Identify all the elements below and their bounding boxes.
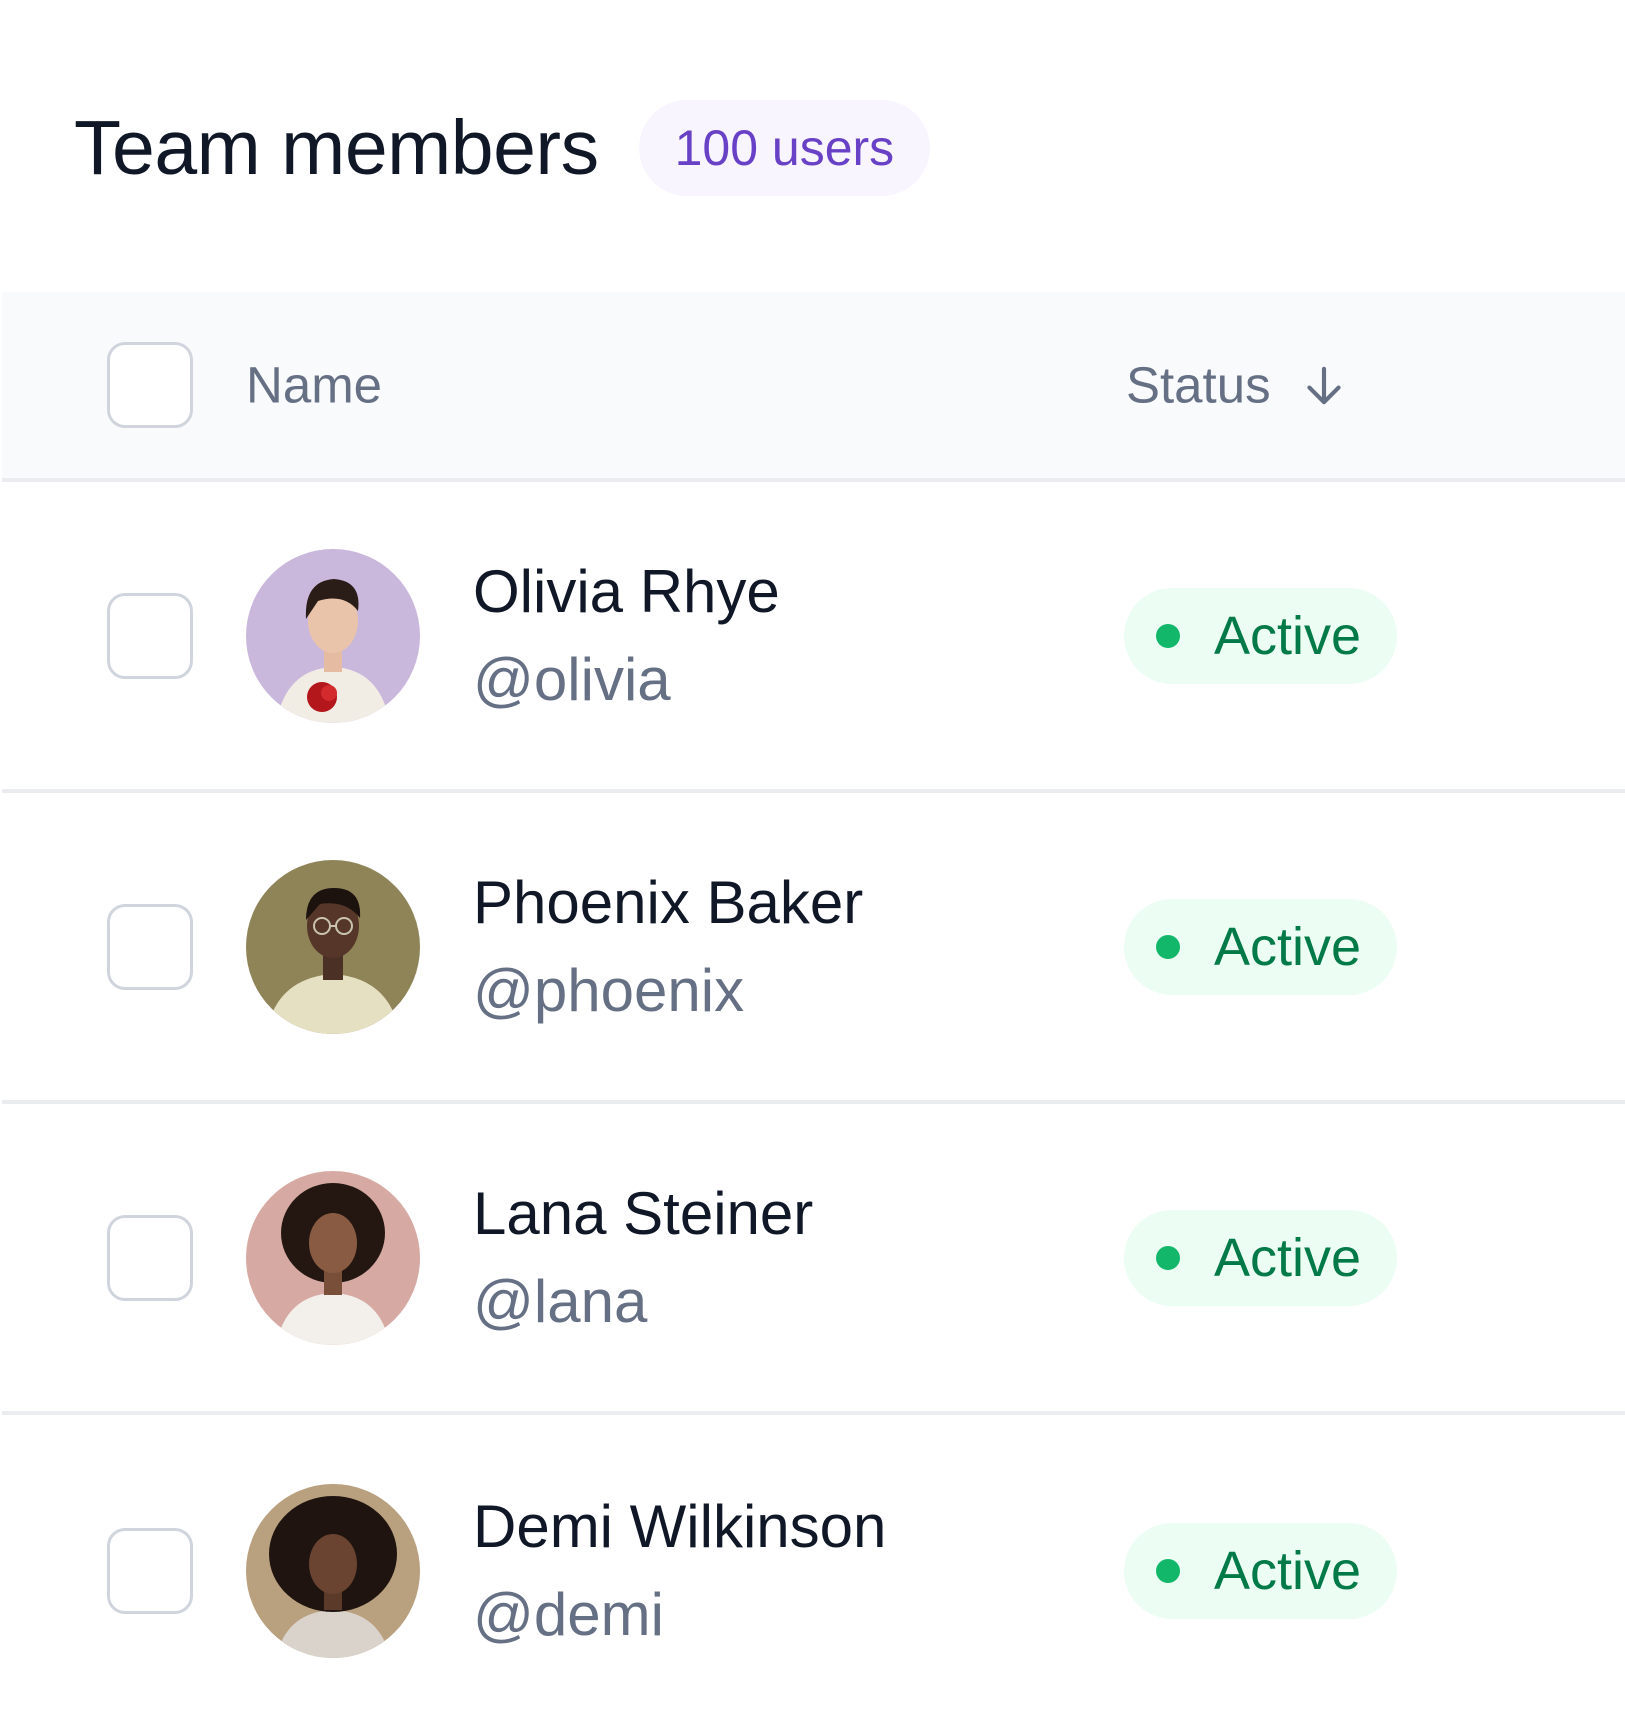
team-members-page: Team members 100 users Name Status Olivi… <box>0 0 1625 1721</box>
member-info: Phoenix Baker @phoenix <box>473 868 864 1024</box>
avatar-olivia-image <box>246 548 420 723</box>
arrow-down-icon[interactable] <box>1299 360 1349 410</box>
avatar <box>246 1170 420 1345</box>
avatar-lana-image <box>246 1170 420 1345</box>
row-checkbox[interactable] <box>107 592 193 679</box>
status-badge: Active <box>1124 898 1398 995</box>
member-handle: @phoenix <box>473 956 745 1024</box>
table-row[interactable]: Olivia Rhye @olivia Active <box>2 482 1625 793</box>
select-all-checkbox[interactable] <box>107 342 193 428</box>
avatar-demi-image <box>246 1483 420 1658</box>
table-row[interactable]: Phoenix Baker @phoenix Active <box>2 793 1625 1104</box>
table-row[interactable]: Demi Wilkinson @demi Active <box>2 1415 1625 1721</box>
status-label: Active <box>1214 1227 1362 1288</box>
row-checkbox[interactable] <box>107 1527 193 1614</box>
avatar-phoenix-image <box>246 859 420 1034</box>
table-header-row: Name Status <box>2 292 1625 482</box>
member-handle: @demi <box>473 1580 664 1648</box>
team-members-table: Name Status Olivia Rhye @olivia Active P… <box>2 292 1625 1721</box>
status-dot-icon <box>1156 1245 1180 1270</box>
member-name: Phoenix Baker <box>473 868 864 936</box>
member-handle: @lana <box>473 1267 648 1335</box>
member-info: Demi Wilkinson @demi <box>473 1492 887 1648</box>
status-label: Active <box>1214 1540 1362 1601</box>
avatar <box>246 1483 420 1658</box>
member-name: Olivia Rhye <box>473 557 780 625</box>
status-label: Active <box>1214 916 1362 977</box>
member-name: Demi Wilkinson <box>473 1492 887 1560</box>
status-dot-icon <box>1156 623 1180 648</box>
status-label: Active <box>1214 605 1362 666</box>
row-checkbox[interactable] <box>107 903 193 990</box>
avatar <box>246 548 420 723</box>
table-row[interactable]: Lana Steiner @lana Active <box>2 1104 1625 1415</box>
status-badge: Active <box>1124 1522 1398 1619</box>
column-header-name[interactable]: Name <box>246 356 382 415</box>
row-checkbox[interactable] <box>107 1214 193 1301</box>
member-info: Lana Steiner @lana <box>473 1179 814 1335</box>
member-info: Olivia Rhye @olivia <box>473 557 780 713</box>
status-dot-icon <box>1156 934 1180 959</box>
member-handle: @olivia <box>473 645 671 713</box>
page-header: Team members 100 users <box>74 100 931 196</box>
status-dot-icon <box>1156 1558 1180 1583</box>
status-badge: Active <box>1124 1209 1398 1306</box>
avatar <box>246 859 420 1034</box>
column-header-status-label: Status <box>1126 356 1271 414</box>
column-header-status[interactable]: Status <box>1126 356 1349 415</box>
user-count-badge: 100 users <box>638 100 931 196</box>
page-title: Team members <box>74 104 599 191</box>
status-badge: Active <box>1124 587 1398 684</box>
member-name: Lana Steiner <box>473 1179 814 1247</box>
